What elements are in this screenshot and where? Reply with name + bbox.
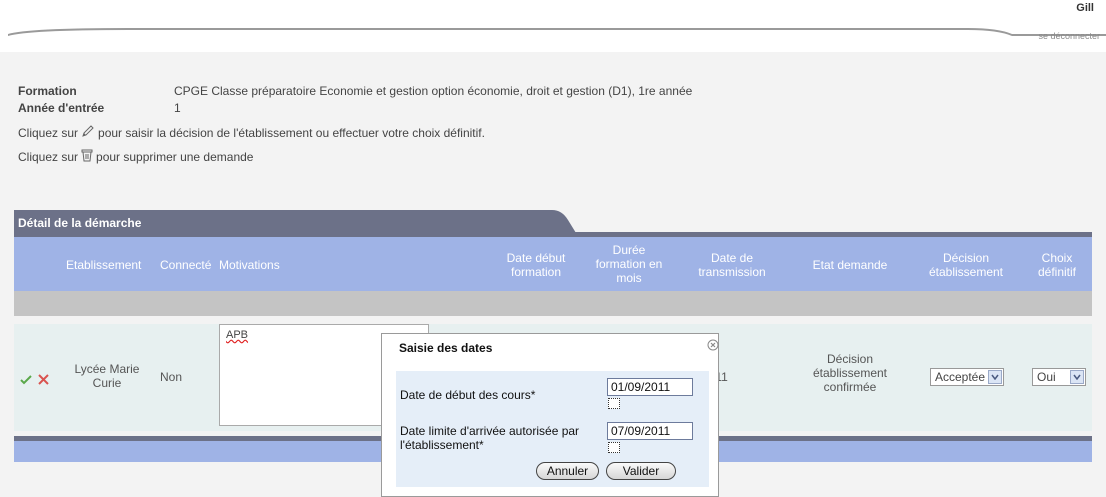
calendar-icon[interactable] bbox=[608, 442, 620, 453]
debut-date-input[interactable] bbox=[607, 378, 693, 396]
formation-value: CPGE Classe préparatoire Economie et ges… bbox=[174, 84, 693, 98]
formation-label: Formation bbox=[18, 84, 77, 98]
chevron-down-icon bbox=[988, 370, 1002, 384]
limite-date-input[interactable] bbox=[607, 422, 693, 440]
row-etat-line3: confirmée bbox=[823, 380, 877, 394]
calendar-icon[interactable] bbox=[608, 398, 620, 409]
check-icon[interactable] bbox=[20, 374, 32, 388]
hint-edit-after: pour saisir la décision de l'établisseme… bbox=[98, 125, 485, 140]
col-duree-line1: Durée bbox=[612, 243, 646, 257]
col-choix-line1: Choix bbox=[1041, 251, 1073, 265]
col-duree-line2: formation en bbox=[595, 257, 663, 271]
col-choix: Choix définitif bbox=[1026, 251, 1088, 279]
col-transmission: Date de transmission bbox=[682, 251, 782, 279]
col-decision-line1: Décision bbox=[942, 251, 990, 265]
annee-label: Année d'entrée bbox=[18, 101, 105, 115]
col-decision: Décision établissement bbox=[912, 251, 1020, 279]
chevron-down-icon bbox=[1070, 370, 1084, 384]
row-etat: Décision établissement confirmée bbox=[800, 352, 900, 394]
close-icon[interactable] bbox=[707, 339, 719, 354]
header-swoosh bbox=[8, 28, 1106, 36]
limite-label-line1: Date limite d'arrivée autorisée par bbox=[400, 424, 580, 438]
table-spacer-row bbox=[14, 291, 1092, 316]
debut-label: Date de début des cours* bbox=[400, 388, 536, 402]
trash-icon bbox=[81, 148, 93, 165]
col-date-debut-line1: Date début bbox=[506, 251, 566, 265]
col-transmission-line1: Date de bbox=[710, 251, 754, 265]
validate-button[interactable]: Valider bbox=[606, 462, 676, 480]
row-etab-line2: Curie bbox=[92, 376, 122, 390]
delete-icon[interactable] bbox=[38, 374, 49, 388]
table-header: Etablissement Connecté Motivations Date … bbox=[14, 237, 1092, 291]
logout-link[interactable]: se déconnecter bbox=[1038, 31, 1100, 41]
dialog-title: Saisie des dates bbox=[399, 341, 493, 355]
limite-label: Date limite d'arrivée autorisée par l'ét… bbox=[400, 424, 579, 452]
hint-edit-before: Cliquez sur bbox=[18, 125, 79, 140]
row-etab-line1: Lycée Marie bbox=[74, 362, 140, 376]
hint-delete-after: pour supprimer une demande bbox=[96, 149, 254, 164]
col-etablissement: Etablissement bbox=[66, 258, 142, 272]
row-connecte: Non bbox=[160, 370, 183, 384]
col-date-debut: Date début formation bbox=[496, 251, 576, 279]
row-etat-line2: établissement bbox=[812, 366, 888, 380]
decision-select[interactable]: Acceptée bbox=[930, 368, 1004, 386]
motivations-text: APB bbox=[226, 329, 249, 341]
col-etat: Etat demande bbox=[812, 258, 888, 272]
col-duree-line3: mois bbox=[616, 271, 642, 285]
user-name: Gill bbox=[1076, 2, 1094, 14]
decision-select-value: Acceptée bbox=[935, 370, 986, 384]
hint-delete: Cliquez sur pour supprimer une demande bbox=[18, 148, 253, 165]
col-transmission-line2: transmission bbox=[698, 265, 766, 279]
col-choix-line2: définitif bbox=[1037, 265, 1077, 279]
col-connecte: Connecté bbox=[160, 258, 212, 272]
section-title: Détail de la démarche bbox=[18, 216, 142, 230]
col-duree: Durée formation en mois bbox=[582, 243, 676, 285]
annee-value: 1 bbox=[174, 101, 181, 115]
col-date-debut-line2: formation bbox=[510, 265, 562, 279]
limite-label-line2: l'établissement* bbox=[400, 438, 484, 452]
pencil-icon bbox=[81, 124, 95, 141]
col-motivations: Motivations bbox=[219, 258, 280, 272]
choix-select[interactable]: Oui bbox=[1032, 368, 1086, 386]
cancel-button[interactable]: Annuler bbox=[536, 462, 599, 480]
dialog-form: Date de début des cours* Date limite d'a… bbox=[396, 371, 709, 487]
row-etablissement: Lycée Marie Curie bbox=[68, 362, 146, 390]
row-etat-line1: Décision bbox=[826, 352, 874, 366]
hint-delete-before: Cliquez sur bbox=[18, 149, 79, 164]
hint-edit: Cliquez sur pour saisir la décision de l… bbox=[18, 124, 485, 141]
col-decision-line2: établissement bbox=[928, 265, 1004, 279]
choix-select-value: Oui bbox=[1037, 370, 1056, 384]
